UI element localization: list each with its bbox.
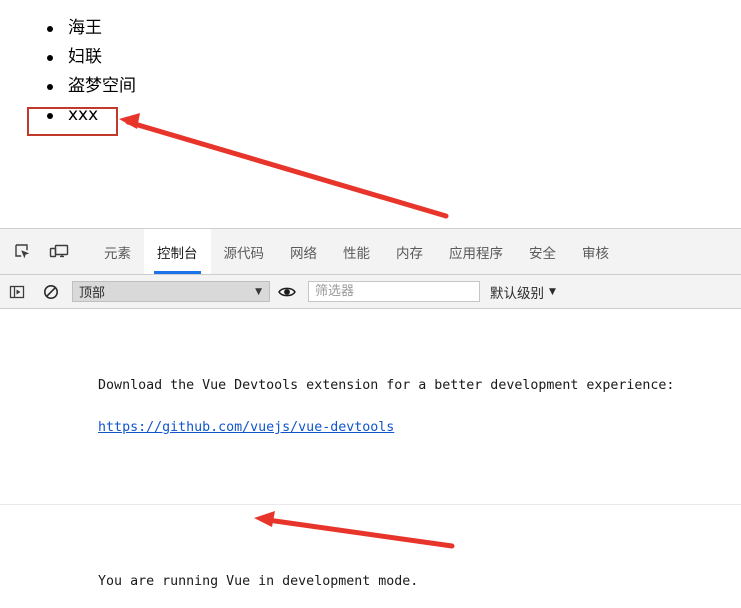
console-message-dev-mode: You are running Vue in development mode.… (0, 505, 741, 608)
tab-elements[interactable]: 元素 (91, 229, 144, 274)
list-item-highlighted: xxx (47, 101, 741, 130)
device-toolbar-glyph (49, 244, 69, 257)
vue-devtools-link[interactable]: https://github.com/vuejs/vue-devtools (98, 420, 394, 435)
console-filter-bar: 顶部 ▼ 默认级别 ▼ (0, 275, 741, 309)
list-item: 海王 (47, 14, 741, 43)
device-toolbar-icon[interactable] (41, 229, 77, 274)
movie-list: 海王 妇联 盗梦空间 xxx (0, 0, 741, 130)
console-level-value: 默认级别 (490, 285, 544, 302)
console-level-selector[interactable]: 默认级别 ▼ (490, 282, 556, 302)
clear-console-icon[interactable] (34, 275, 68, 309)
tab-performance[interactable]: 性能 (330, 229, 383, 274)
list-item: 妇联 (47, 43, 741, 72)
live-expression-eye-icon[interactable] (270, 275, 304, 309)
console-message-list[interactable]: Download the Vue Devtools extension for … (0, 309, 741, 608)
console-context-selector[interactable]: 顶部 ▼ (72, 281, 270, 302)
clear-console-glyph (44, 284, 58, 299)
tab-application[interactable]: 应用程序 (436, 229, 516, 274)
tab-audits[interactable]: 审核 (569, 229, 622, 274)
eye-glyph (278, 287, 296, 296)
show-console-sidebar-icon[interactable] (0, 275, 34, 309)
console-text-line: Download the Vue Devtools extension for … (98, 378, 675, 393)
chevron-down-icon: ▼ (549, 286, 556, 297)
tab-memory[interactable]: 内存 (383, 229, 436, 274)
list-item: 盗梦空间 (47, 72, 741, 101)
inspect-element-icon[interactable] (5, 229, 41, 274)
web-page-viewport: 海王 妇联 盗梦空间 xxx (0, 0, 741, 228)
console-sidebar-glyph (9, 285, 25, 298)
console-message-vue-devtools: Download the Vue Devtools extension for … (0, 309, 741, 505)
console-context-value: 顶部 (79, 286, 106, 301)
devtools-panel: 元素 控制台 源代码 网络 性能 内存 应用程序 安全 审核 顶部 ▼ 筛选器 … (0, 228, 741, 608)
console-filter-input[interactable] (308, 281, 480, 302)
inspect-element-glyph (15, 243, 30, 258)
tab-console[interactable]: 控制台 (144, 229, 211, 274)
console-text-line: You are running Vue in development mode. (98, 574, 419, 589)
devtools-tabs: 元素 控制台 源代码 网络 性能 内存 应用程序 安全 审核 (91, 229, 622, 274)
tab-network[interactable]: 网络 (277, 229, 330, 274)
devtools-tabstrip: 元素 控制台 源代码 网络 性能 内存 应用程序 安全 审核 (0, 229, 741, 275)
chevron-down-icon: ▼ (255, 286, 262, 297)
tab-sources[interactable]: 源代码 (211, 229, 278, 274)
tab-security[interactable]: 安全 (516, 229, 569, 274)
